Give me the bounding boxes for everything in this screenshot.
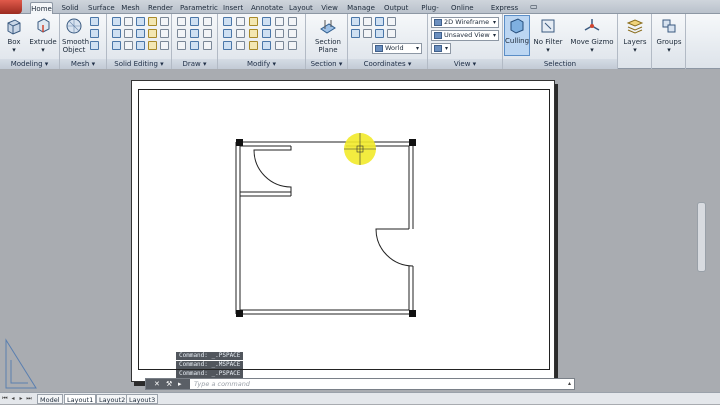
prev-tab-icon[interactable]: ◂ [10,394,16,403]
command-history-line: Command: _.PSPACE [176,352,244,360]
ucs-icon [5,338,37,389]
command-icon[interactable]: ▸ [178,379,182,389]
command-line[interactable]: ✕ ⚒ ▸ Type a command ▴ [145,378,575,390]
wrench-icon[interactable]: ⚒ [166,379,172,389]
tab-layout1[interactable]: Layout1 [64,394,97,404]
drawing-canvas[interactable] [0,0,720,404]
first-tab-icon[interactable]: ⏮ [2,394,8,403]
next-tab-icon[interactable]: ▸ [18,394,24,403]
command-history-line: Command: _.MSPACE [176,361,244,369]
command-input[interactable]: Type a command [194,379,250,389]
layout-tab-bar: ⏮ ◂ ▸ ⏭ Model Layout1 Layout2 Layout3 [0,392,720,404]
tab-model[interactable]: Model [37,394,63,404]
chevron-up-icon[interactable]: ▴ [568,379,571,389]
command-history-line: Command: _.PSPACE [176,370,244,378]
tab-layout3[interactable]: Layout3 [126,394,159,404]
wall-corner-markers [236,139,416,317]
cursor-highlight [344,133,376,165]
floor-plan [235,141,414,315]
close-icon[interactable]: ✕ [154,379,160,389]
command-line-buttons: ✕ ⚒ ▸ [146,379,190,389]
vertical-scrollbar-thumb[interactable] [697,202,706,272]
last-tab-icon[interactable]: ⏭ [26,394,32,403]
tab-layout2[interactable]: Layout2 [96,394,129,404]
